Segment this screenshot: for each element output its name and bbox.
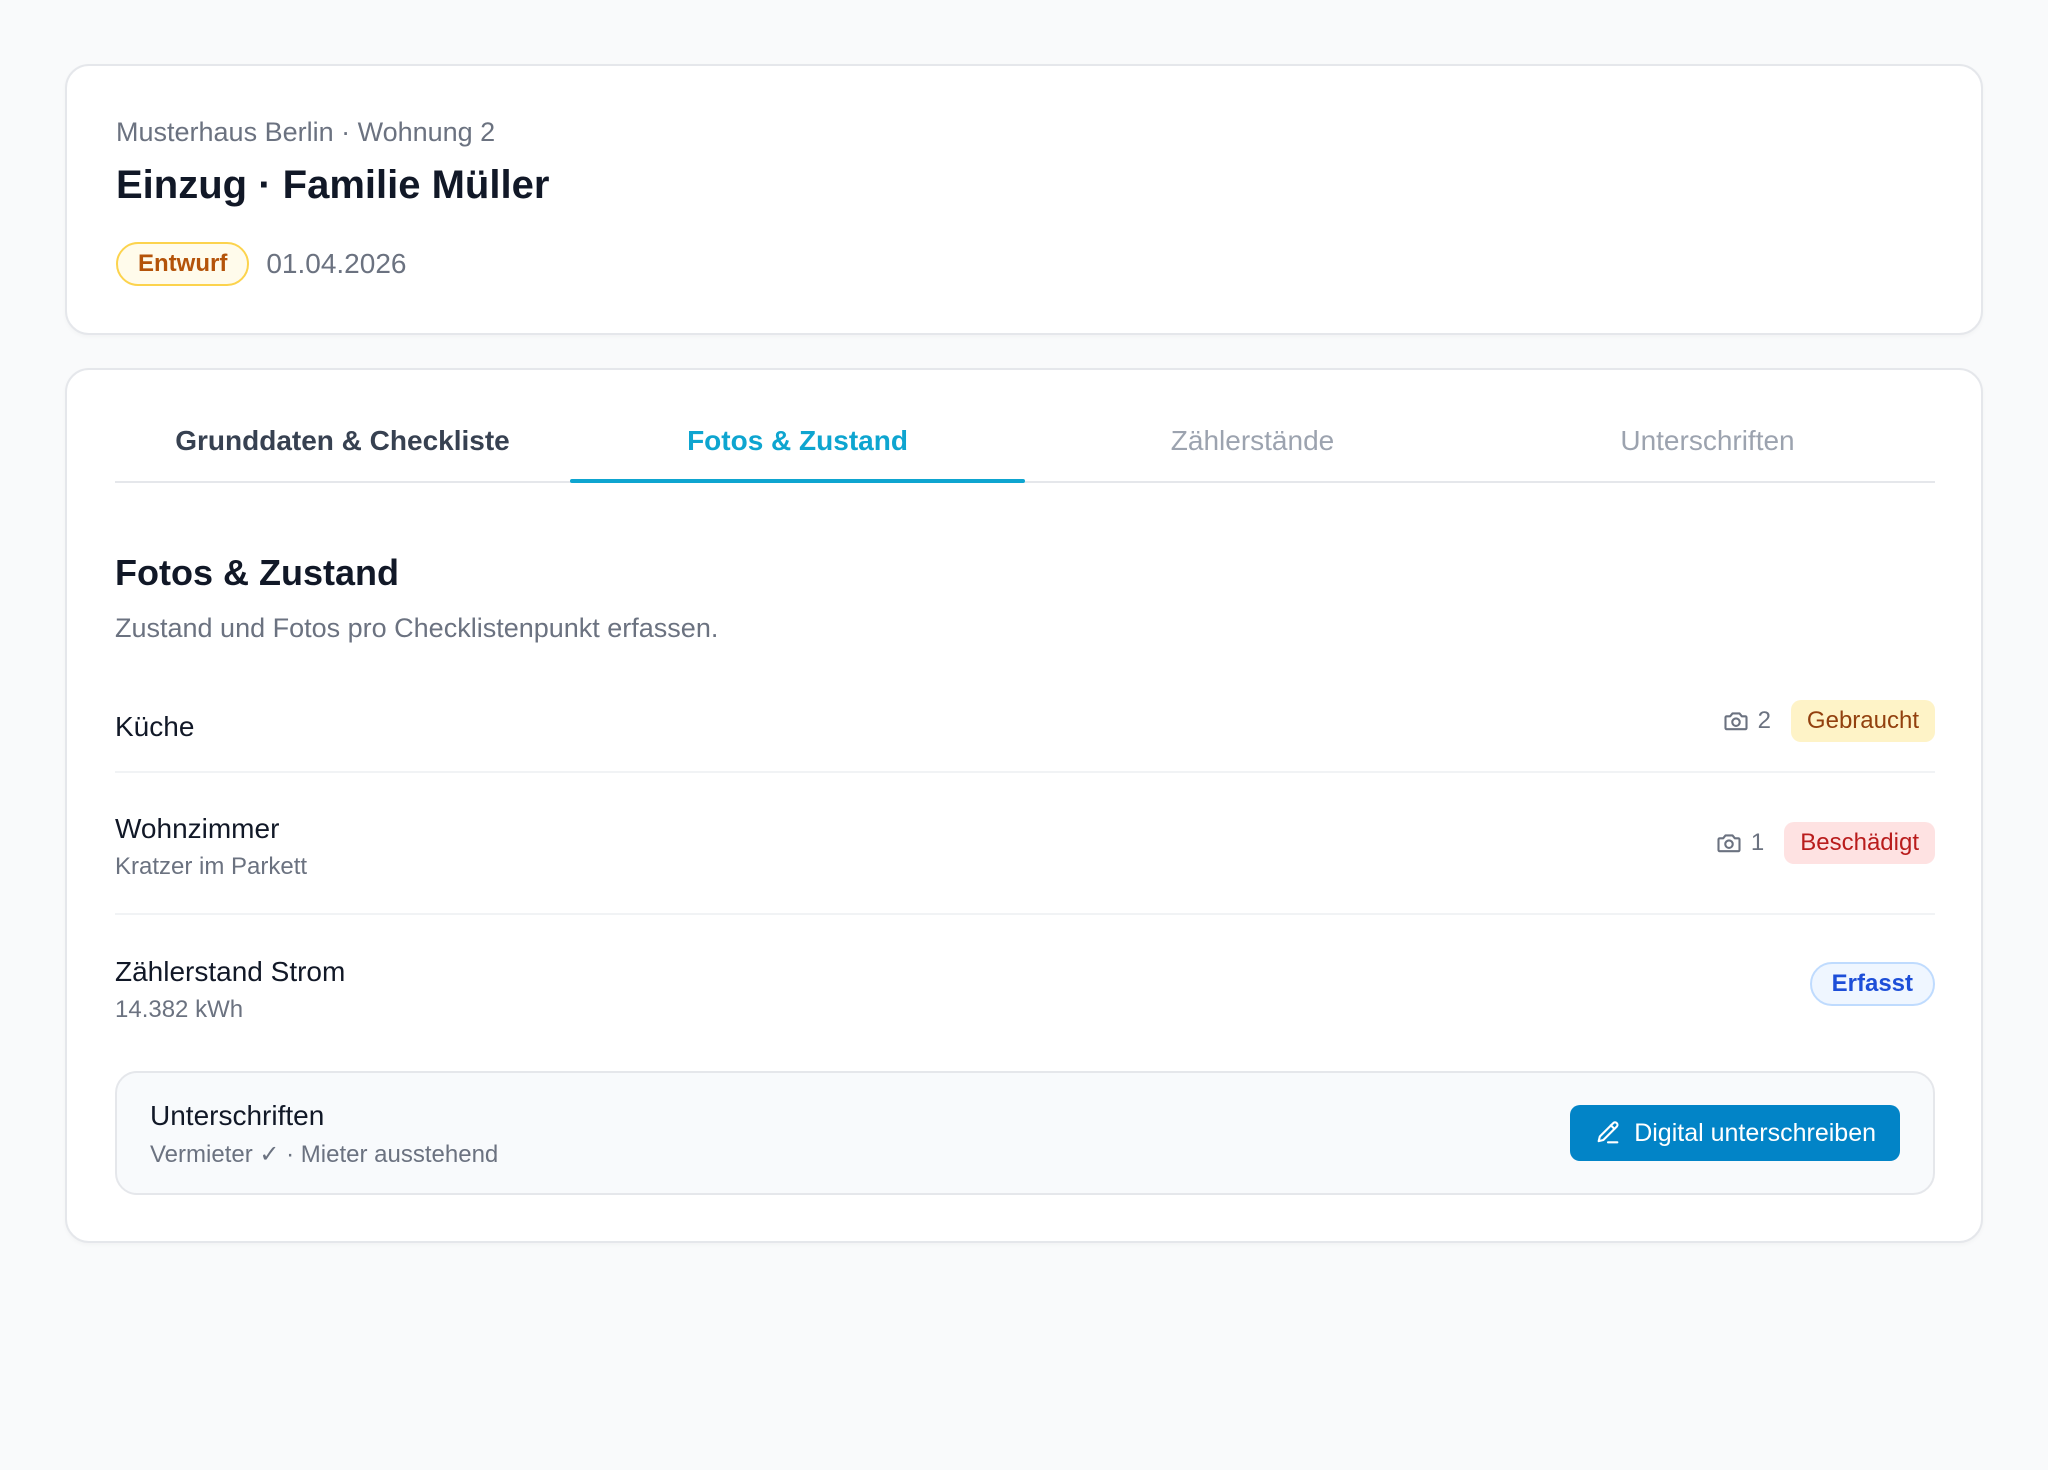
section-subtitle: Zustand und Fotos pro Checklistenpunkt e… [115, 613, 719, 643]
photo-count[interactable]: 2 [1722, 707, 1771, 735]
photo-count-value: 2 [1757, 706, 1771, 734]
item-meta: 1 Beschädigt [1715, 822, 1935, 864]
item-name: Wohnzimmer [115, 813, 280, 844]
list-item[interactable]: Wohnzimmer Kratzer im Parkett 1 Beschädi… [115, 773, 1935, 915]
item-meta: 2 Gebraucht [1722, 699, 1935, 742]
condition-badge[interactable]: Beschädigt [1784, 822, 1935, 864]
breadcrumb: Musterhaus Berlin · Wohnung 2 [116, 117, 496, 147]
photo-count-value: 1 [1750, 829, 1765, 856]
sign-button-label: Digital unterschreiben [1634, 1118, 1876, 1147]
condition-badge[interactable]: Gebraucht [1790, 699, 1935, 742]
status-badge: Entwurf [116, 242, 250, 286]
signature-title: Unterschriften [150, 1100, 325, 1131]
digital-sign-button[interactable]: Digital unterschreiben [1570, 1105, 1900, 1161]
list-item[interactable]: Küche 2 Gebraucht [115, 670, 1935, 773]
camera-icon [1724, 711, 1748, 730]
item-meta: Erfasst [1809, 962, 1935, 1006]
date-text: 01.04.2026 [266, 248, 407, 279]
page-title: Einzug · Familie Müller [116, 163, 550, 207]
pen-icon [1597, 1121, 1619, 1144]
camera-icon [1717, 834, 1741, 853]
item-name: Zählerstand Strom [115, 956, 346, 987]
signature-panel: Unterschriften Vermieter ✓ · Mieter auss… [115, 1071, 1935, 1195]
status-row: Entwurf 01.04.2026 [116, 242, 406, 286]
item-note: Kratzer im Parkett [115, 853, 308, 880]
tab-bar: Grunddaten & Checkliste Fotos & Zustand … [115, 370, 1935, 483]
item-name: Küche [115, 711, 195, 742]
photo-count[interactable]: 1 [1715, 829, 1764, 857]
tab-photos-condition[interactable]: Fotos & Zustand [570, 370, 1025, 483]
tab-label: Zählerstände [1170, 424, 1335, 456]
header-card: Musterhaus Berlin · Wohnung 2 Einzug · F… [65, 64, 1983, 335]
condition-badge[interactable]: Erfasst [1809, 962, 1935, 1006]
tab-label: Unterschriften [1620, 424, 1795, 456]
checklist-items: Küche 2 Gebraucht Wohnzimmer Kratzer im … [115, 670, 1935, 1053]
tab-meter-readings[interactable]: Zählerstände [1025, 370, 1480, 481]
item-note: 14.382 kWh [115, 996, 244, 1023]
section-title: Fotos & Zustand [115, 552, 399, 593]
tab-signatures[interactable]: Unterschriften [1480, 370, 1935, 481]
tab-label: Grunddaten & Checkliste [175, 424, 510, 456]
tab-label: Fotos & Zustand [687, 424, 908, 456]
tab-basic-data-checklist[interactable]: Grunddaten & Checkliste [115, 370, 570, 481]
signature-status: Vermieter ✓ · Mieter ausstehend [150, 1141, 499, 1168]
main-card: Grunddaten & Checkliste Fotos & Zustand … [65, 368, 1983, 1243]
list-item[interactable]: Zählerstand Strom 14.382 kWh Erfasst [115, 915, 1935, 1053]
